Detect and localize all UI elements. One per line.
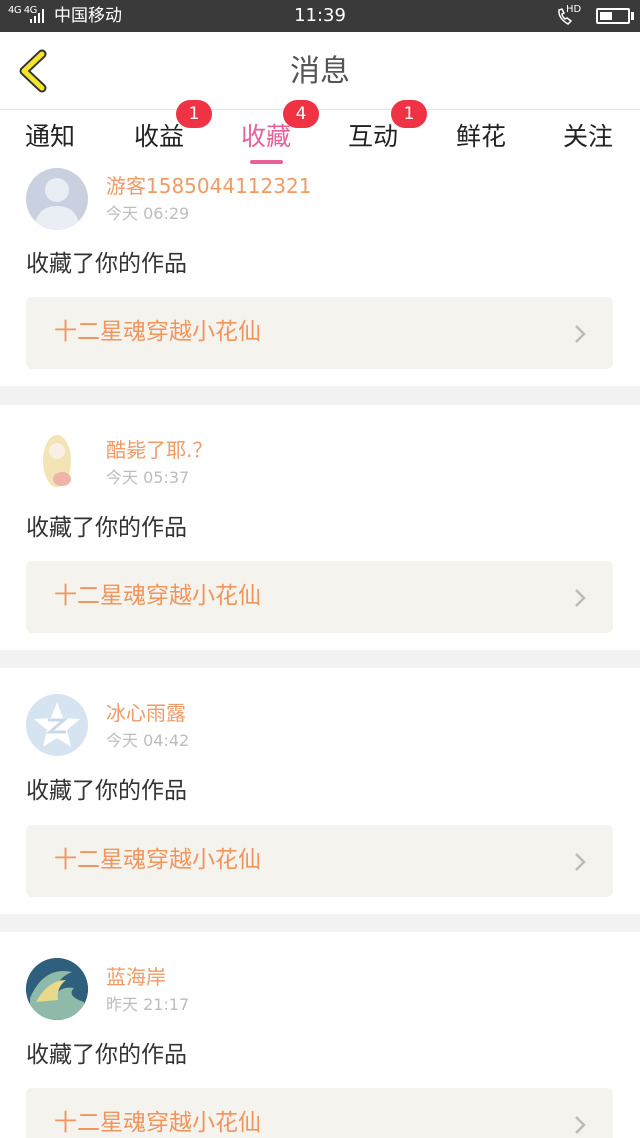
default-person-icon — [34, 178, 80, 230]
action-text: 收藏了你的作品 — [26, 251, 187, 277]
list-item[interactable]: 冰心雨露 今天 04:42 收藏了你的作品 十二星魂穿越小花仙 — [0, 668, 640, 914]
avatar[interactable] — [26, 431, 88, 493]
hd-indicator: HD — [566, 4, 582, 15]
tab-follow[interactable]: 关注 — [538, 122, 638, 152]
timestamp: 今天 06:29 — [106, 204, 190, 223]
tab-interaction-badge: 1 — [391, 100, 427, 128]
avatar[interactable] — [26, 168, 88, 230]
work-link[interactable]: 十二星魂穿越小花仙 — [26, 297, 613, 369]
tab-favorites-badge: 4 — [283, 100, 319, 128]
tab-notice[interactable]: 通知 — [0, 122, 100, 152]
clock: 11:39 — [294, 5, 346, 26]
avatar[interactable] — [26, 694, 88, 756]
tab-flowers[interactable]: 鲜花 — [431, 122, 531, 152]
tab-earnings-badge: 1 — [176, 100, 212, 128]
chevron-right-icon — [575, 1116, 586, 1134]
anime-girl-icon — [43, 435, 71, 487]
work-link[interactable]: 十二星魂穿越小花仙 — [26, 825, 613, 897]
avatar[interactable] — [26, 958, 88, 1020]
action-text: 收藏了你的作品 — [26, 778, 187, 804]
work-title: 十二星魂穿越小花仙 — [54, 319, 261, 345]
action-text: 收藏了你的作品 — [26, 1042, 187, 1068]
list-item[interactable]: 酷毙了耶.？ 今天 05:37 收藏了你的作品 十二星魂穿越小花仙 — [0, 405, 640, 650]
battery-tip — [631, 12, 634, 20]
action-text: 收藏了你的作品 — [26, 515, 187, 541]
username[interactable]: 酷毙了耶.？ — [106, 438, 212, 462]
timestamp: 昨天 21:17 — [106, 995, 190, 1014]
chevron-right-icon — [575, 853, 586, 871]
username[interactable]: 蓝海岸 — [106, 965, 166, 989]
work-link[interactable]: 十二星魂穿越小花仙 — [26, 561, 613, 633]
chevron-right-icon — [575, 325, 586, 343]
qzone-star-icon — [34, 702, 80, 747]
list-item[interactable]: 蓝海岸 昨天 21:17 收藏了你的作品 十二星魂穿越小花仙 — [0, 932, 640, 1138]
username[interactable]: 冰心雨露 — [106, 701, 186, 725]
work-link[interactable]: 十二星魂穿越小花仙 — [26, 1088, 613, 1138]
active-tab-indicator — [250, 160, 283, 164]
list-item[interactable]: 游客1585044112321 今天 06:29 收藏了你的作品 十二星魂穿越小… — [0, 168, 640, 386]
timestamp: 今天 04:42 — [106, 731, 190, 750]
nav-header: 消息 — [0, 32, 640, 110]
page-title: 消息 — [290, 54, 350, 89]
work-title: 十二星魂穿越小花仙 — [54, 847, 261, 873]
tab-bar: 通知 收益 收藏 互动 鲜花 关注 — [0, 110, 640, 168]
work-title: 十二星魂穿越小花仙 — [54, 1110, 261, 1136]
chevron-right-icon — [575, 589, 586, 607]
battery-icon — [596, 8, 630, 24]
timestamp: 今天 05:37 — [106, 468, 190, 487]
status-bar: 4G 4G 中国移动 11:39 HD — [0, 0, 640, 32]
work-title: 十二星魂穿越小花仙 — [54, 583, 261, 609]
ocean-wave-icon — [26, 958, 88, 1020]
username[interactable]: 游客1585044112321 — [106, 174, 311, 198]
battery-level — [600, 12, 612, 20]
